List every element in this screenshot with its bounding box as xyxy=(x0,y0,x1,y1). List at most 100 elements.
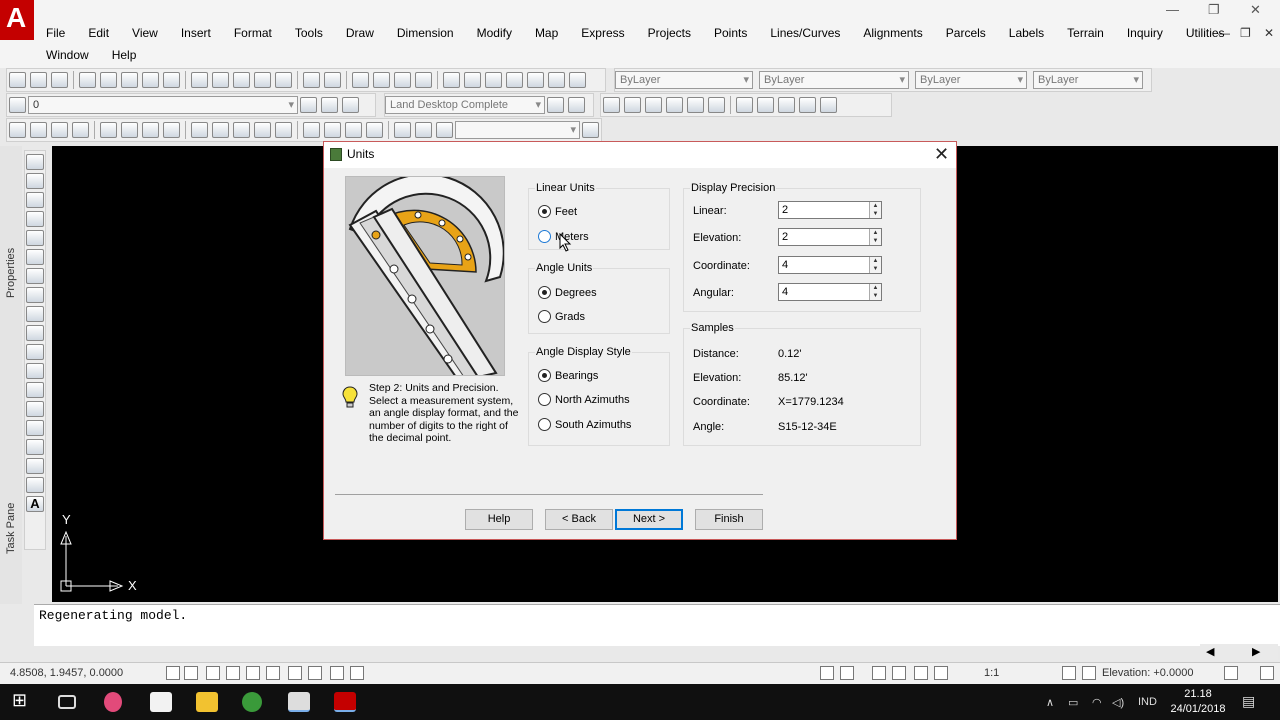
finish-button[interactable]: Finish xyxy=(695,509,763,530)
command-window[interactable]: Regenerating model. xyxy=(34,604,1280,646)
radio-degrees-dot[interactable] xyxy=(538,286,551,299)
construction-line-icon[interactable] xyxy=(26,173,44,189)
center-mark-icon[interactable] xyxy=(323,122,341,138)
radio-degrees[interactable]: Degrees xyxy=(538,286,597,299)
menu-lines-curves[interactable]: Lines/Curves xyxy=(770,24,840,42)
layer-manager-icon[interactable] xyxy=(9,97,26,113)
properties-icon[interactable] xyxy=(443,72,460,88)
zoom-realtime-icon[interactable] xyxy=(373,72,390,88)
app-logo-icon[interactable]: A xyxy=(0,0,34,40)
annotation-scale[interactable]: 1:1 xyxy=(984,667,999,679)
pan-icon[interactable] xyxy=(352,72,369,88)
circle-icon[interactable] xyxy=(26,268,44,284)
model-space-icon[interactable] xyxy=(820,666,834,680)
region-icon[interactable] xyxy=(26,458,44,474)
menu-tools[interactable]: Tools xyxy=(295,24,323,42)
dyn-toggle-icon[interactable] xyxy=(308,666,322,680)
menu-points[interactable]: Points xyxy=(714,24,747,42)
menu-inquiry[interactable]: Inquiry xyxy=(1127,24,1163,42)
jogged-linear-icon[interactable] xyxy=(365,122,383,138)
point-icon[interactable] xyxy=(26,401,44,417)
precision-linear-value[interactable]: 2 xyxy=(782,204,788,216)
precision-angular-value[interactable]: 4 xyxy=(782,286,788,298)
scroll-right-icon[interactable]: ▶ xyxy=(1252,645,1260,658)
color-combo[interactable]: ByLayer xyxy=(615,71,753,89)
print-icon[interactable] xyxy=(79,72,96,88)
menu-window[interactable]: Window xyxy=(46,46,89,64)
map-settings-icon[interactable] xyxy=(820,97,837,113)
menu-file[interactable]: File xyxy=(46,24,65,42)
dim-arc-icon[interactable] xyxy=(51,122,68,138)
precision-linear-spinner[interactable]: 2 ▲ ▼ xyxy=(778,201,882,219)
file-explorer-icon[interactable] xyxy=(196,692,218,712)
battery-icon[interactable]: ▭ xyxy=(1068,696,1078,709)
clean-screen-icon[interactable] xyxy=(1260,666,1274,680)
make-block-icon[interactable] xyxy=(26,382,44,398)
tool-palettes-icon[interactable] xyxy=(485,72,502,88)
wifi-icon[interactable]: ◠ xyxy=(1092,696,1102,709)
maps-app-icon[interactable] xyxy=(104,692,122,712)
dim-angular-icon[interactable] xyxy=(162,122,180,138)
task-view-icon[interactable] xyxy=(58,695,76,709)
radio-meters-dot[interactable] xyxy=(538,230,551,243)
minimize-icon[interactable]: — xyxy=(1166,2,1179,17)
layout-icon[interactable] xyxy=(840,666,854,680)
tray-chevron-icon[interactable]: ∧ xyxy=(1046,696,1054,709)
snap-toggle-icon[interactable] xyxy=(166,666,180,680)
menu-edit[interactable]: Edit xyxy=(88,24,109,42)
map-tool-1-icon[interactable] xyxy=(603,97,620,113)
rectangle-icon[interactable] xyxy=(26,230,44,246)
polygon-icon[interactable] xyxy=(26,211,44,227)
menu-map[interactable]: Map xyxy=(535,24,558,42)
precision-elevation-value[interactable]: 2 xyxy=(782,231,788,243)
workspace-save-icon[interactable] xyxy=(568,97,585,113)
paste-icon[interactable] xyxy=(233,72,250,88)
make-current-icon[interactable] xyxy=(300,97,317,113)
grid-toggle-icon[interactable] xyxy=(184,666,198,680)
design-center-icon[interactable] xyxy=(464,72,481,88)
back-button[interactable]: < Back xyxy=(545,509,613,530)
map-tool-4-icon[interactable] xyxy=(666,97,683,113)
hatch-icon[interactable] xyxy=(26,420,44,436)
ellipse-arc-icon[interactable] xyxy=(26,344,44,360)
dim-text-edit-icon[interactable] xyxy=(414,122,432,138)
sheet-set-icon[interactable] xyxy=(506,72,523,88)
zoom-previous-icon[interactable] xyxy=(415,72,432,88)
precision-elevation-spin-icon[interactable]: ▲ ▼ xyxy=(869,229,881,245)
block-editor-icon[interactable] xyxy=(275,72,292,88)
lineweight-combo[interactable]: ByLayer xyxy=(915,71,1027,89)
task-pane-tab[interactable]: Task Pane xyxy=(5,503,17,554)
precision-angular-spinner[interactable]: 4 ▲ ▼ xyxy=(778,283,882,301)
scroll-left-icon[interactable]: ◀ xyxy=(1206,645,1214,658)
lwt-toggle-icon[interactable] xyxy=(330,666,344,680)
new-icon[interactable] xyxy=(9,72,26,88)
menu-view[interactable]: View xyxy=(132,24,158,42)
zoom-status-icon[interactable] xyxy=(892,666,906,680)
precision-coordinate-spin-icon[interactable]: ▲ ▼ xyxy=(869,257,881,273)
map-tool-10-icon[interactable] xyxy=(799,97,816,113)
dim-radius-icon[interactable] xyxy=(99,122,117,138)
calculator-icon[interactable] xyxy=(548,72,565,88)
photos-app-icon[interactable] xyxy=(288,692,310,712)
menu-projects[interactable]: Projects xyxy=(648,24,691,42)
mail-app-icon[interactable] xyxy=(150,692,172,712)
otrack-toggle-icon[interactable] xyxy=(266,666,280,680)
dim-aligned-icon[interactable] xyxy=(30,122,47,138)
layer-previous-icon[interactable] xyxy=(321,97,338,113)
ducs-toggle-icon[interactable] xyxy=(288,666,302,680)
steering-wheel-icon[interactable] xyxy=(914,666,928,680)
close-icon[interactable]: ✕ xyxy=(1250,2,1261,18)
inspection-icon[interactable] xyxy=(344,122,362,138)
menu-format[interactable]: Format xyxy=(234,24,272,42)
ortho-toggle-icon[interactable] xyxy=(206,666,220,680)
properties-palette-tab[interactable]: Properties xyxy=(5,248,17,298)
radio-grads[interactable]: Grads xyxy=(538,310,585,323)
match-properties-icon[interactable] xyxy=(254,72,271,88)
map-tool-5-icon[interactable] xyxy=(687,97,704,113)
elevation-readout[interactable]: Elevation: +0.0000 xyxy=(1102,667,1193,679)
menu-parcels[interactable]: Parcels xyxy=(946,24,986,42)
menu-draw[interactable]: Draw xyxy=(346,24,374,42)
plot-icon[interactable] xyxy=(142,72,159,88)
radio-south-azimuths[interactable]: South Azimuths xyxy=(538,418,631,431)
precision-coordinate-spinner[interactable]: 4 ▲ ▼ xyxy=(778,256,882,274)
